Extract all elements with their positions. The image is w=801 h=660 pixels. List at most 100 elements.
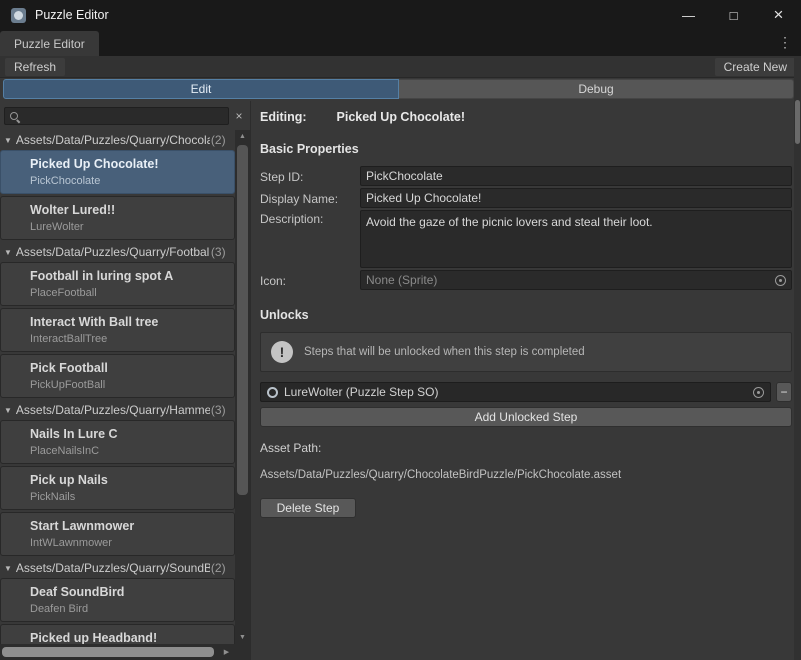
list-item-lure-wolter[interactable]: Wolter Lured!! LureWolter (0, 196, 235, 240)
asset-path-label: Asset Path: (260, 441, 792, 455)
doc-tab-row: Puzzle Editor ⋮ (0, 30, 801, 56)
editing-label: Editing: (260, 110, 307, 124)
step-id: PickNails (30, 491, 228, 503)
asset-path-value: Assets/Data/Puzzles/Quarry/ChocolateBird… (260, 469, 792, 481)
step-list: ▼ Assets/Data/Puzzles/Quarry/ChocolateBi… (0, 130, 235, 644)
icon-object-field[interactable]: None (Sprite) (360, 270, 792, 290)
foldout-icon: ▼ (4, 248, 12, 257)
group-path: Assets/Data/Puzzles/Quarry/HammerBirdPuz… (16, 403, 210, 417)
step-id: Deafen Bird (30, 603, 228, 615)
description-field[interactable]: Avoid the gaze of the picnic lovers and … (360, 210, 792, 268)
step-id: PlaceFootball (30, 287, 228, 299)
refresh-button[interactable]: Refresh (5, 58, 65, 76)
step-id-label: Step ID: (260, 168, 360, 184)
foldout-icon: ▼ (4, 136, 12, 145)
list-item-interact-ball-tree[interactable]: Interact With Ball tree InteractBallTree (0, 308, 235, 352)
list-horizontal-scrollbar[interactable]: ▶ (0, 644, 235, 660)
scrollbar-corner (235, 644, 250, 660)
mode-tabs: Edit Debug (0, 78, 801, 101)
search-clear-button[interactable]: × (231, 107, 247, 125)
step-title: Nails In Lure C (30, 427, 228, 441)
scroll-up-icon[interactable]: ▲ (235, 130, 250, 143)
group-header-soundbird[interactable]: ▼ Assets/Data/Puzzles/Quarry/SoundBird (… (0, 558, 235, 578)
group-count-badge: (3) (211, 403, 226, 417)
step-id-row: Step ID: (260, 166, 792, 186)
unlock-object-label: LureWolter (Puzzle Step SO) (284, 385, 439, 399)
step-id: PlaceNailsInC (30, 445, 228, 457)
list-vertical-scrollbar[interactable]: ▲ ▼ (235, 130, 250, 644)
group-path: Assets/Data/Puzzles/Quarry/SoundBird (16, 561, 210, 575)
editing-value: Picked Up Chocolate! (337, 110, 466, 124)
close-button[interactable]: × (756, 0, 801, 30)
create-new-button[interactable]: Create New (715, 58, 796, 76)
step-title: Interact With Ball tree (30, 315, 228, 329)
window-title: Puzzle Editor (35, 8, 109, 22)
minimize-button[interactable]: — (666, 0, 711, 30)
step-id: PickChocolate (30, 175, 228, 187)
step-id-input[interactable] (366, 169, 786, 183)
object-picker-icon[interactable] (775, 275, 786, 286)
group-header-football[interactable]: ▼ Assets/Data/Puzzles/Quarry/FootballBir… (0, 242, 235, 262)
step-id: InteractBallTree (30, 333, 228, 345)
puzzle-editor-window: Puzzle Editor — □ × Puzzle Editor ⋮ Refr… (0, 0, 801, 660)
list-item-place-nails[interactable]: Nails In Lure C PlaceNailsInC (0, 420, 235, 464)
display-name-row: Display Name: (260, 188, 792, 208)
scroll-right-icon[interactable]: ▶ (220, 646, 233, 659)
step-id: IntWLawnmower (30, 537, 228, 549)
list-item-pick-nails[interactable]: Pick up Nails PickNails (0, 466, 235, 510)
group-count-badge: (3) (211, 245, 226, 259)
list-item-place-football[interactable]: Football in luring spot A PlaceFootball (0, 262, 235, 306)
search-field[interactable] (4, 107, 229, 125)
list-item-start-lawnmower[interactable]: Start Lawnmower IntWLawnmower (0, 512, 235, 556)
step-title: Football in luring spot A (30, 269, 228, 283)
object-picker-icon[interactable] (753, 387, 764, 398)
section-basic-properties: Basic Properties (260, 142, 792, 156)
remove-unlock-button[interactable]: − (776, 382, 792, 402)
search-row: × (0, 101, 250, 129)
step-title: Pick Football (30, 361, 228, 375)
section-unlocks: Unlocks (260, 308, 792, 322)
group-count-badge: (2) (211, 133, 226, 147)
group-path: Assets/Data/Puzzles/Quarry/ChocolateBird… (16, 133, 210, 147)
foldout-icon: ▼ (4, 564, 12, 573)
delete-step-button[interactable]: Delete Step (260, 498, 356, 518)
step-title: Picked Up Chocolate! (30, 157, 228, 171)
doc-tab-label: Puzzle Editor (14, 37, 85, 51)
window-vertical-scrollbar[interactable] (794, 56, 801, 660)
description-label: Description: (260, 210, 360, 226)
doc-tab-puzzle-editor[interactable]: Puzzle Editor (0, 31, 99, 56)
icon-label: Icon: (260, 272, 360, 288)
tab-debug[interactable]: Debug (399, 79, 794, 99)
group-header-hammer[interactable]: ▼ Assets/Data/Puzzles/Quarry/HammerBirdP… (0, 400, 235, 420)
add-unlocked-step-button[interactable]: Add Unlocked Step (260, 407, 792, 427)
kebab-menu-icon[interactable]: ⋮ (778, 35, 792, 49)
list-item-pick-chocolate[interactable]: Picked Up Chocolate! PickChocolate (0, 150, 235, 194)
unlock-object-field[interactable]: LureWolter (Puzzle Step SO) (260, 382, 771, 402)
step-title: Wolter Lured!! (30, 203, 228, 217)
maximize-button[interactable]: □ (711, 0, 756, 30)
vertical-scroll-thumb[interactable] (237, 145, 248, 495)
step-id-field[interactable] (360, 166, 792, 186)
list-item-pick-football[interactable]: Pick Football PickUpFootBall (0, 354, 235, 398)
display-name-input[interactable] (366, 191, 786, 205)
description-row: Description: Avoid the gaze of the picni… (260, 210, 792, 268)
icon-object-value: None (Sprite) (366, 273, 437, 287)
search-input[interactable] (23, 110, 224, 122)
step-title: Picked up Headband! (30, 631, 228, 644)
icon-row: Icon: None (Sprite) (260, 270, 792, 290)
scroll-down-icon[interactable]: ▼ (235, 631, 250, 644)
foldout-icon: ▼ (4, 406, 12, 415)
group-path: Assets/Data/Puzzles/Quarry/FootballBirdP… (16, 245, 210, 259)
window-scroll-thumb[interactable] (795, 100, 800, 144)
step-editor-panel: Editing: Picked Up Chocolate! Basic Prop… (258, 104, 792, 660)
step-id: PickUpFootBall (30, 379, 228, 391)
unlocks-help-box: ! Steps that will be unlocked when this … (260, 332, 792, 372)
editing-header: Editing: Picked Up Chocolate! (260, 110, 792, 124)
list-item-picked-up-headband[interactable]: Picked up Headband! (0, 624, 235, 644)
tab-edit[interactable]: Edit (3, 79, 399, 99)
step-list-panel: × ▼ Assets/Data/Puzzles/Quarry/Chocolate… (0, 101, 251, 660)
list-item-deaf-soundbird[interactable]: Deaf SoundBird Deafen Bird (0, 578, 235, 622)
display-name-field[interactable] (360, 188, 792, 208)
group-header-chocolate[interactable]: ▼ Assets/Data/Puzzles/Quarry/ChocolateBi… (0, 130, 235, 150)
horizontal-scroll-thumb[interactable] (2, 647, 214, 657)
